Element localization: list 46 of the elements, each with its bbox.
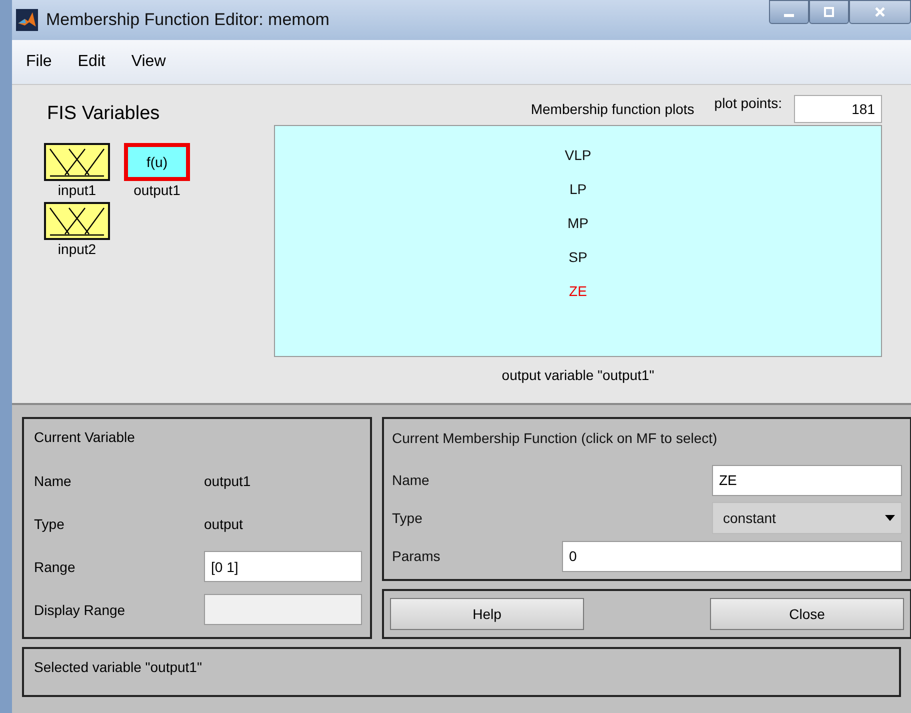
- plot-points-field[interactable]: 181: [794, 95, 882, 123]
- menu-item[interactable]: File: [26, 53, 52, 71]
- panel-title: Current Membership Function (click on MF to select): [392, 429, 718, 447]
- field-value: output1: [204, 472, 251, 488]
- menu-item[interactable]: Edit: [78, 53, 106, 71]
- input-field[interactable]: ZE: [712, 464, 902, 496]
- field-label: Name: [34, 472, 72, 488]
- field-label: Display Range: [34, 602, 126, 618]
- window-title: Membership Function Editor: memom: [46, 10, 330, 30]
- mf-label[interactable]: ZE: [569, 282, 587, 300]
- app-logo-icon: [16, 9, 38, 31]
- minimize-icon: [784, 14, 794, 17]
- field-label: Type: [34, 516, 66, 532]
- close-button[interactable]: [849, 0, 911, 24]
- input-field[interactable]: [0 1]: [204, 551, 362, 582]
- mf-label[interactable]: LP: [569, 180, 587, 198]
- field-label: Type: [392, 509, 424, 527]
- field-label: Params: [392, 547, 442, 565]
- status-text: Selected variable "output1": [34, 659, 202, 675]
- plot-title: Membership function plots: [530, 101, 694, 117]
- variable-label: input2: [58, 241, 96, 257]
- plot-caption: output variable "output1": [500, 367, 656, 383]
- close-button[interactable]: Close: [710, 598, 904, 630]
- input-field[interactable]: 0: [562, 540, 902, 572]
- plot-points-label: plot points:: [714, 95, 782, 111]
- maximize-icon: [823, 6, 835, 18]
- maximize-button[interactable]: [809, 0, 849, 24]
- variable-label: input1: [58, 182, 96, 198]
- minimize-button[interactable]: [769, 0, 809, 24]
- variable-block[interactable]: [44, 202, 110, 240]
- field-value: output: [204, 516, 243, 532]
- field-label: Range: [34, 558, 76, 574]
- type-dropdown[interactable]: constant: [712, 502, 902, 534]
- help-button[interactable]: Help: [390, 598, 584, 630]
- caret-icon: [885, 515, 895, 521]
- mf-label[interactable]: SP: [568, 248, 588, 266]
- close-icon: [874, 6, 886, 18]
- variable-block[interactable]: f(u): [124, 143, 190, 181]
- panel-title: FIS Variables: [47, 103, 161, 125]
- mf-label[interactable]: MP: [568, 214, 588, 232]
- variable-block[interactable]: [44, 143, 110, 181]
- mf-label[interactable]: VLP: [564, 146, 592, 164]
- panel-title: Current Variable: [34, 429, 136, 445]
- menu-item[interactable]: View: [131, 53, 166, 71]
- field-label: Name: [392, 471, 430, 489]
- variable-label: output1: [134, 182, 180, 198]
